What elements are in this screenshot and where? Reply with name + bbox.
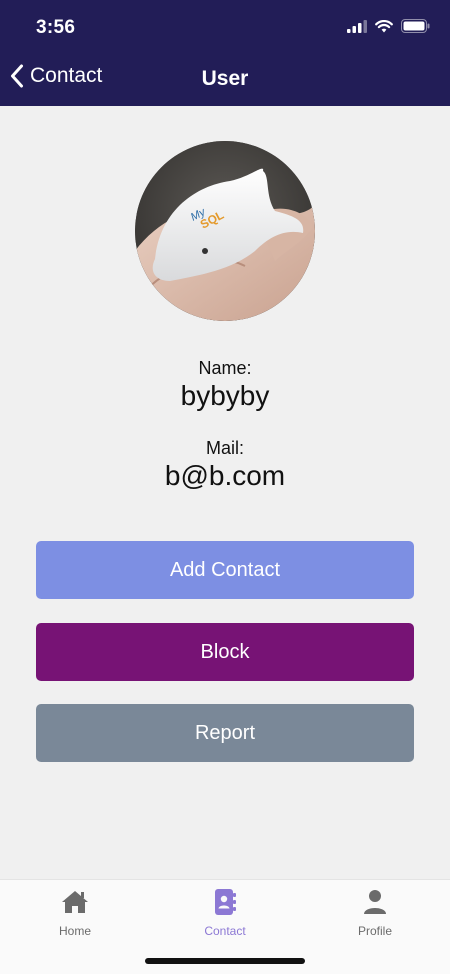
- name-label: Name:: [198, 358, 252, 378]
- person-icon: [364, 890, 386, 914]
- avatar-photo: My SQL: [135, 141, 315, 321]
- status-time: 3:56: [36, 17, 76, 38]
- user-avatar: My SQL: [135, 141, 315, 321]
- battery-icon: [401, 19, 430, 33]
- mail-value: b@b.com: [164, 460, 286, 491]
- home-icon: [62, 891, 88, 913]
- tab-profile-label: Profile: [357, 924, 392, 938]
- status-bar: 3:56: [0, 0, 450, 56]
- add-contact-button[interactable]: Add Contact: [36, 541, 414, 599]
- back-button[interactable]: Contact: [10, 64, 102, 88]
- mail-label: Mail:: [205, 438, 244, 458]
- tab-home-label: Home: [58, 924, 91, 938]
- block-button[interactable]: Block: [36, 623, 414, 681]
- report-button[interactable]: Report: [36, 704, 414, 762]
- wifi-icon: [375, 19, 393, 32]
- tab-profile[interactable]: Profile: [300, 880, 450, 950]
- app-header: 3:56 Contact User: [0, 0, 450, 106]
- tab-contact[interactable]: Contact: [150, 880, 300, 950]
- contact-book-icon: [215, 889, 236, 915]
- chevron-left-icon: [11, 64, 23, 88]
- tab-home[interactable]: Home: [0, 880, 150, 950]
- home-indicator: [145, 958, 305, 964]
- back-button-label: Contact: [30, 64, 103, 87]
- cellular-signal-icon: [347, 19, 367, 33]
- system-icons: [347, 19, 430, 33]
- tab-contact-label: Contact: [204, 924, 246, 938]
- name-value: bybyby: [180, 380, 270, 411]
- navigation-bar: Contact User: [0, 56, 450, 106]
